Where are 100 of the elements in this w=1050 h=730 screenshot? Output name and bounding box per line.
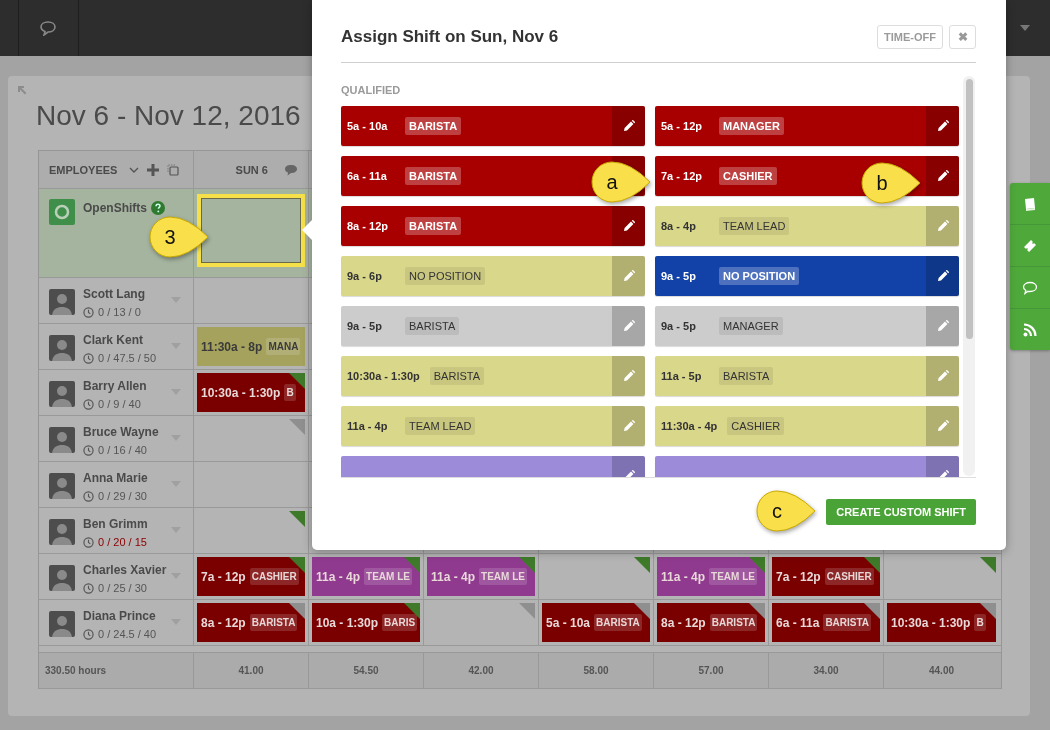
clock-icon bbox=[83, 582, 94, 594]
shift-block[interactable]: 8a - 12p BARISTA bbox=[197, 603, 305, 642]
shift-block[interactable]: 11a - 4p TEAM LE bbox=[312, 557, 420, 596]
edit-button[interactable] bbox=[926, 156, 959, 196]
role-tag: TEAM LEAD bbox=[719, 217, 790, 235]
role-tag: B bbox=[284, 384, 296, 401]
role-tag: CASHIER bbox=[727, 417, 785, 435]
role-tag: BARISTA bbox=[594, 614, 642, 631]
role-tag: BARISTA bbox=[405, 317, 460, 335]
shift-time: 5a - 12p bbox=[661, 120, 703, 132]
shift-block[interactable]: 10:30a - 1:30p B bbox=[887, 603, 996, 642]
clock-icon bbox=[83, 444, 94, 456]
shift-block[interactable]: 11a - 4p TEAM LE bbox=[657, 557, 765, 596]
open-shifts-label: OpenShifts bbox=[83, 201, 147, 215]
pencil-icon bbox=[936, 220, 949, 232]
avatar bbox=[49, 565, 75, 591]
pencil-icon bbox=[622, 270, 635, 282]
shift-time: 11:30a - 4p bbox=[661, 420, 718, 432]
pencil-icon bbox=[936, 320, 949, 332]
total-hours: 330.50 hours bbox=[45, 665, 107, 676]
edit-button[interactable] bbox=[926, 106, 959, 146]
employee-name: Bruce Wayne bbox=[83, 425, 159, 439]
shift-time: 11a - 5p bbox=[661, 370, 703, 382]
hours-summary: 0 / 9 / 40 bbox=[98, 398, 141, 410]
role-tag: CASHIER bbox=[719, 167, 777, 185]
callout-tooltip: b bbox=[860, 161, 922, 205]
role-tag: TEAM LE bbox=[364, 568, 412, 585]
shift-block[interactable]: 7a - 12p CASHIER bbox=[772, 557, 880, 596]
callout-tooltip: c bbox=[755, 489, 817, 533]
plus-icon[interactable] bbox=[147, 163, 160, 176]
shift-time: 6a - 11a bbox=[347, 170, 388, 182]
help-icon[interactable] bbox=[151, 201, 165, 215]
shift-option[interactable]: 5a - 10a BARISTA bbox=[341, 106, 645, 146]
role-tag: BARISTA bbox=[405, 167, 462, 185]
shift-time: 8a - 12p bbox=[347, 220, 389, 232]
dialog-title: Assign Shift on Sun, Nov 6 bbox=[341, 27, 559, 47]
edit-button[interactable] bbox=[612, 106, 645, 146]
pencil-icon bbox=[622, 370, 635, 382]
shift-option[interactable]: 5a - 12p MANAGER bbox=[655, 106, 959, 146]
ticket-icon bbox=[1022, 237, 1038, 254]
role-tag: TEAM LE bbox=[709, 568, 757, 585]
shift-block[interactable]: 5a - 10a BARISTA bbox=[542, 603, 650, 642]
employee-name: Charles Xavier bbox=[83, 563, 167, 577]
shift-option[interactable]: 8a - 12p BARISTA bbox=[341, 206, 645, 246]
shift-block[interactable]: 7a - 12p CASHIER bbox=[197, 557, 305, 596]
hours-summary: 0 / 25 / 30 bbox=[98, 582, 147, 594]
shift-option[interactable]: 11:30a - 4p CASHIER bbox=[655, 406, 959, 446]
shift-time: 9a - 5p bbox=[661, 270, 697, 282]
shift-time: 9a - 5p bbox=[661, 320, 697, 332]
copy-icon[interactable] bbox=[167, 163, 180, 176]
callout-tooltip: a bbox=[590, 160, 652, 204]
role-tag: NO POSITION bbox=[719, 267, 800, 285]
avatar bbox=[49, 427, 75, 453]
role-tag: BARISTA bbox=[709, 614, 758, 631]
shift-option[interactable]: 11a - 5p BARISTA bbox=[655, 356, 959, 396]
shift-block[interactable]: 10:30a - 1:30p B bbox=[197, 373, 305, 412]
chat-icon[interactable] bbox=[38, 20, 59, 36]
shift-block[interactable]: 10a - 1:30p BARIS bbox=[312, 603, 420, 642]
clock-icon bbox=[83, 628, 94, 640]
role-tag: BARISTA bbox=[405, 217, 462, 235]
shift-block[interactable]: 8a - 12p BARISTA bbox=[657, 603, 765, 642]
day-total: 41.00 bbox=[238, 665, 264, 676]
callout-tooltip: 3 bbox=[148, 215, 210, 259]
day-total: 42.00 bbox=[468, 665, 494, 676]
role-tag: B bbox=[974, 614, 986, 631]
avatar bbox=[49, 473, 75, 499]
shift-block[interactable]: 11:30a - 8p MANA bbox=[197, 327, 305, 366]
edit-button[interactable] bbox=[612, 206, 645, 246]
shift-option[interactable]: 11a - 4p TEAM LEAD bbox=[341, 406, 645, 446]
role-tag: NO POSITION bbox=[405, 267, 486, 285]
role-tag: BARISTA bbox=[249, 614, 298, 631]
employee-name: Barry Allen bbox=[83, 379, 147, 393]
day-total: 54.50 bbox=[353, 665, 379, 676]
shift-option[interactable]: 9a - 5p MANAGER bbox=[655, 306, 959, 346]
chevron-down-icon[interactable] bbox=[129, 166, 140, 173]
shift-time: 9a - 5p bbox=[347, 320, 383, 332]
shift-time: 11a - 4p bbox=[347, 420, 389, 432]
avatar bbox=[49, 335, 75, 361]
comment-icon[interactable] bbox=[284, 163, 298, 176]
open-shift-slot[interactable] bbox=[197, 194, 305, 267]
clock-icon bbox=[83, 536, 94, 548]
pencil-icon bbox=[936, 420, 949, 432]
hours-summary: 0 / 29 / 30 bbox=[98, 490, 147, 502]
pencil-icon bbox=[936, 120, 949, 132]
shift-block[interactable]: 6a - 11a BARISTA bbox=[772, 603, 880, 642]
shift-option[interactable]: 9a - 6p NO POSITION bbox=[341, 256, 645, 296]
role-tag: MANAGER bbox=[719, 117, 784, 135]
section-label: QUALIFIED bbox=[341, 83, 402, 98]
pencil-icon bbox=[622, 220, 635, 232]
shift-option[interactable]: 9a - 5p BARISTA bbox=[341, 306, 645, 346]
collapse-icon[interactable] bbox=[17, 85, 27, 95]
shift-option[interactable]: 8a - 4p TEAM LEAD bbox=[655, 206, 959, 246]
edit-button[interactable] bbox=[926, 256, 959, 296]
day-total: 58.00 bbox=[583, 665, 609, 676]
caret-down-icon[interactable] bbox=[1020, 25, 1030, 31]
shift-option[interactable]: 9a - 5p NO POSITION bbox=[655, 256, 959, 296]
shift-block[interactable]: 11a - 4p TEAM LE bbox=[427, 557, 535, 596]
scrollbar[interactable] bbox=[963, 76, 975, 476]
shift-option[interactable]: 10:30a - 1:30p BARISTA bbox=[341, 356, 645, 396]
shift-time: 5a - 10a bbox=[347, 120, 389, 132]
